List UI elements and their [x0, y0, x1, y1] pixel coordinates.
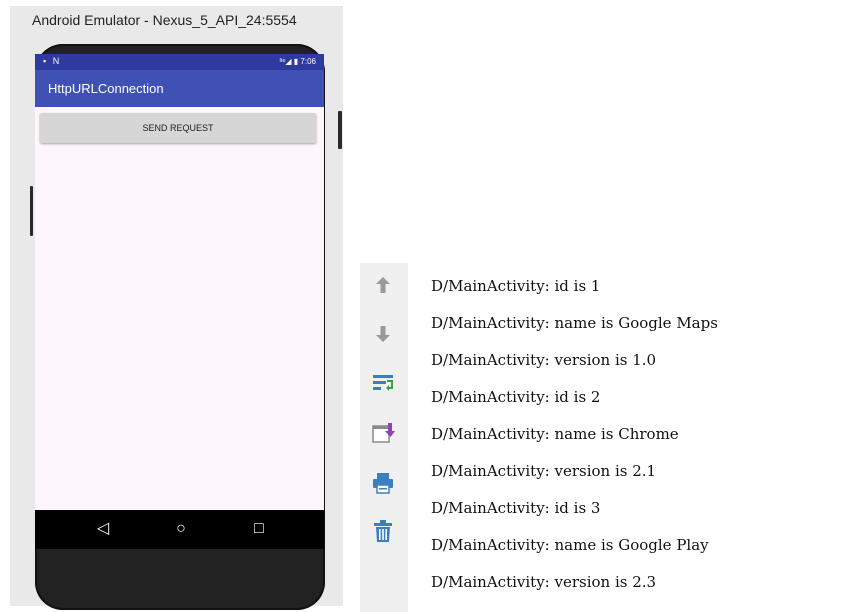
- log-line: D/MainActivity: name is Chrome: [431, 425, 679, 443]
- log-line: D/MainActivity: name is Google Play: [431, 536, 709, 554]
- status-bar: ▪ N ˡᵗᵉ◢ ▮ 7:06: [35, 54, 324, 70]
- phone-side-left-button: [30, 186, 33, 236]
- emulator-window: Android Emulator - Nexus_5_API_24:5554 ▪…: [10, 6, 343, 610]
- log-line: D/MainActivity: id is 1: [431, 277, 601, 295]
- log-line: D/MainActivity: id is 2: [431, 388, 601, 406]
- status-bar-clock: ˡᵗᵉ◢ ▮ 7:06: [279, 57, 316, 66]
- navigation-bar: ◁ ○ □: [35, 510, 324, 549]
- status-bar-notification-icons: ▪ N: [43, 56, 62, 66]
- back-icon[interactable]: ◁: [93, 520, 113, 538]
- home-icon[interactable]: ○: [171, 520, 191, 538]
- down-arrow-icon[interactable]: [371, 322, 395, 346]
- app-bar: HttpURLConnection: [35, 70, 324, 107]
- trash-icon[interactable]: [371, 519, 395, 543]
- logcat-toolbar: [360, 263, 408, 612]
- logcat-output: D/MainActivity: id is 1 D/MainActivity: …: [431, 272, 859, 612]
- scroll-to-end-icon[interactable]: [371, 421, 395, 445]
- recents-icon[interactable]: □: [249, 520, 269, 538]
- phone-screen: ▪ N ˡᵗᵉ◢ ▮ 7:06 HttpURLConnection SEND R…: [35, 54, 324, 514]
- app-bar-title: HttpURLConnection: [48, 81, 164, 96]
- log-line: D/MainActivity: name is Google Maps: [431, 314, 718, 332]
- send-request-button[interactable]: SEND REQUEST: [40, 113, 316, 143]
- log-line: D/MainActivity: version is 2.3: [431, 573, 657, 591]
- print-icon[interactable]: [371, 471, 395, 495]
- log-line: D/MainActivity: id is 3: [431, 499, 601, 517]
- log-line: D/MainActivity: version is 1.0: [431, 351, 657, 369]
- log-line: D/MainActivity: version is 2.1: [431, 462, 657, 480]
- screenshot-root: Android Emulator - Nexus_5_API_24:5554 ▪…: [0, 0, 859, 612]
- emulator-window-title: Android Emulator - Nexus_5_API_24:5554: [32, 12, 297, 28]
- soft-wrap-icon[interactable]: [371, 371, 395, 395]
- up-arrow-icon[interactable]: [371, 273, 395, 297]
